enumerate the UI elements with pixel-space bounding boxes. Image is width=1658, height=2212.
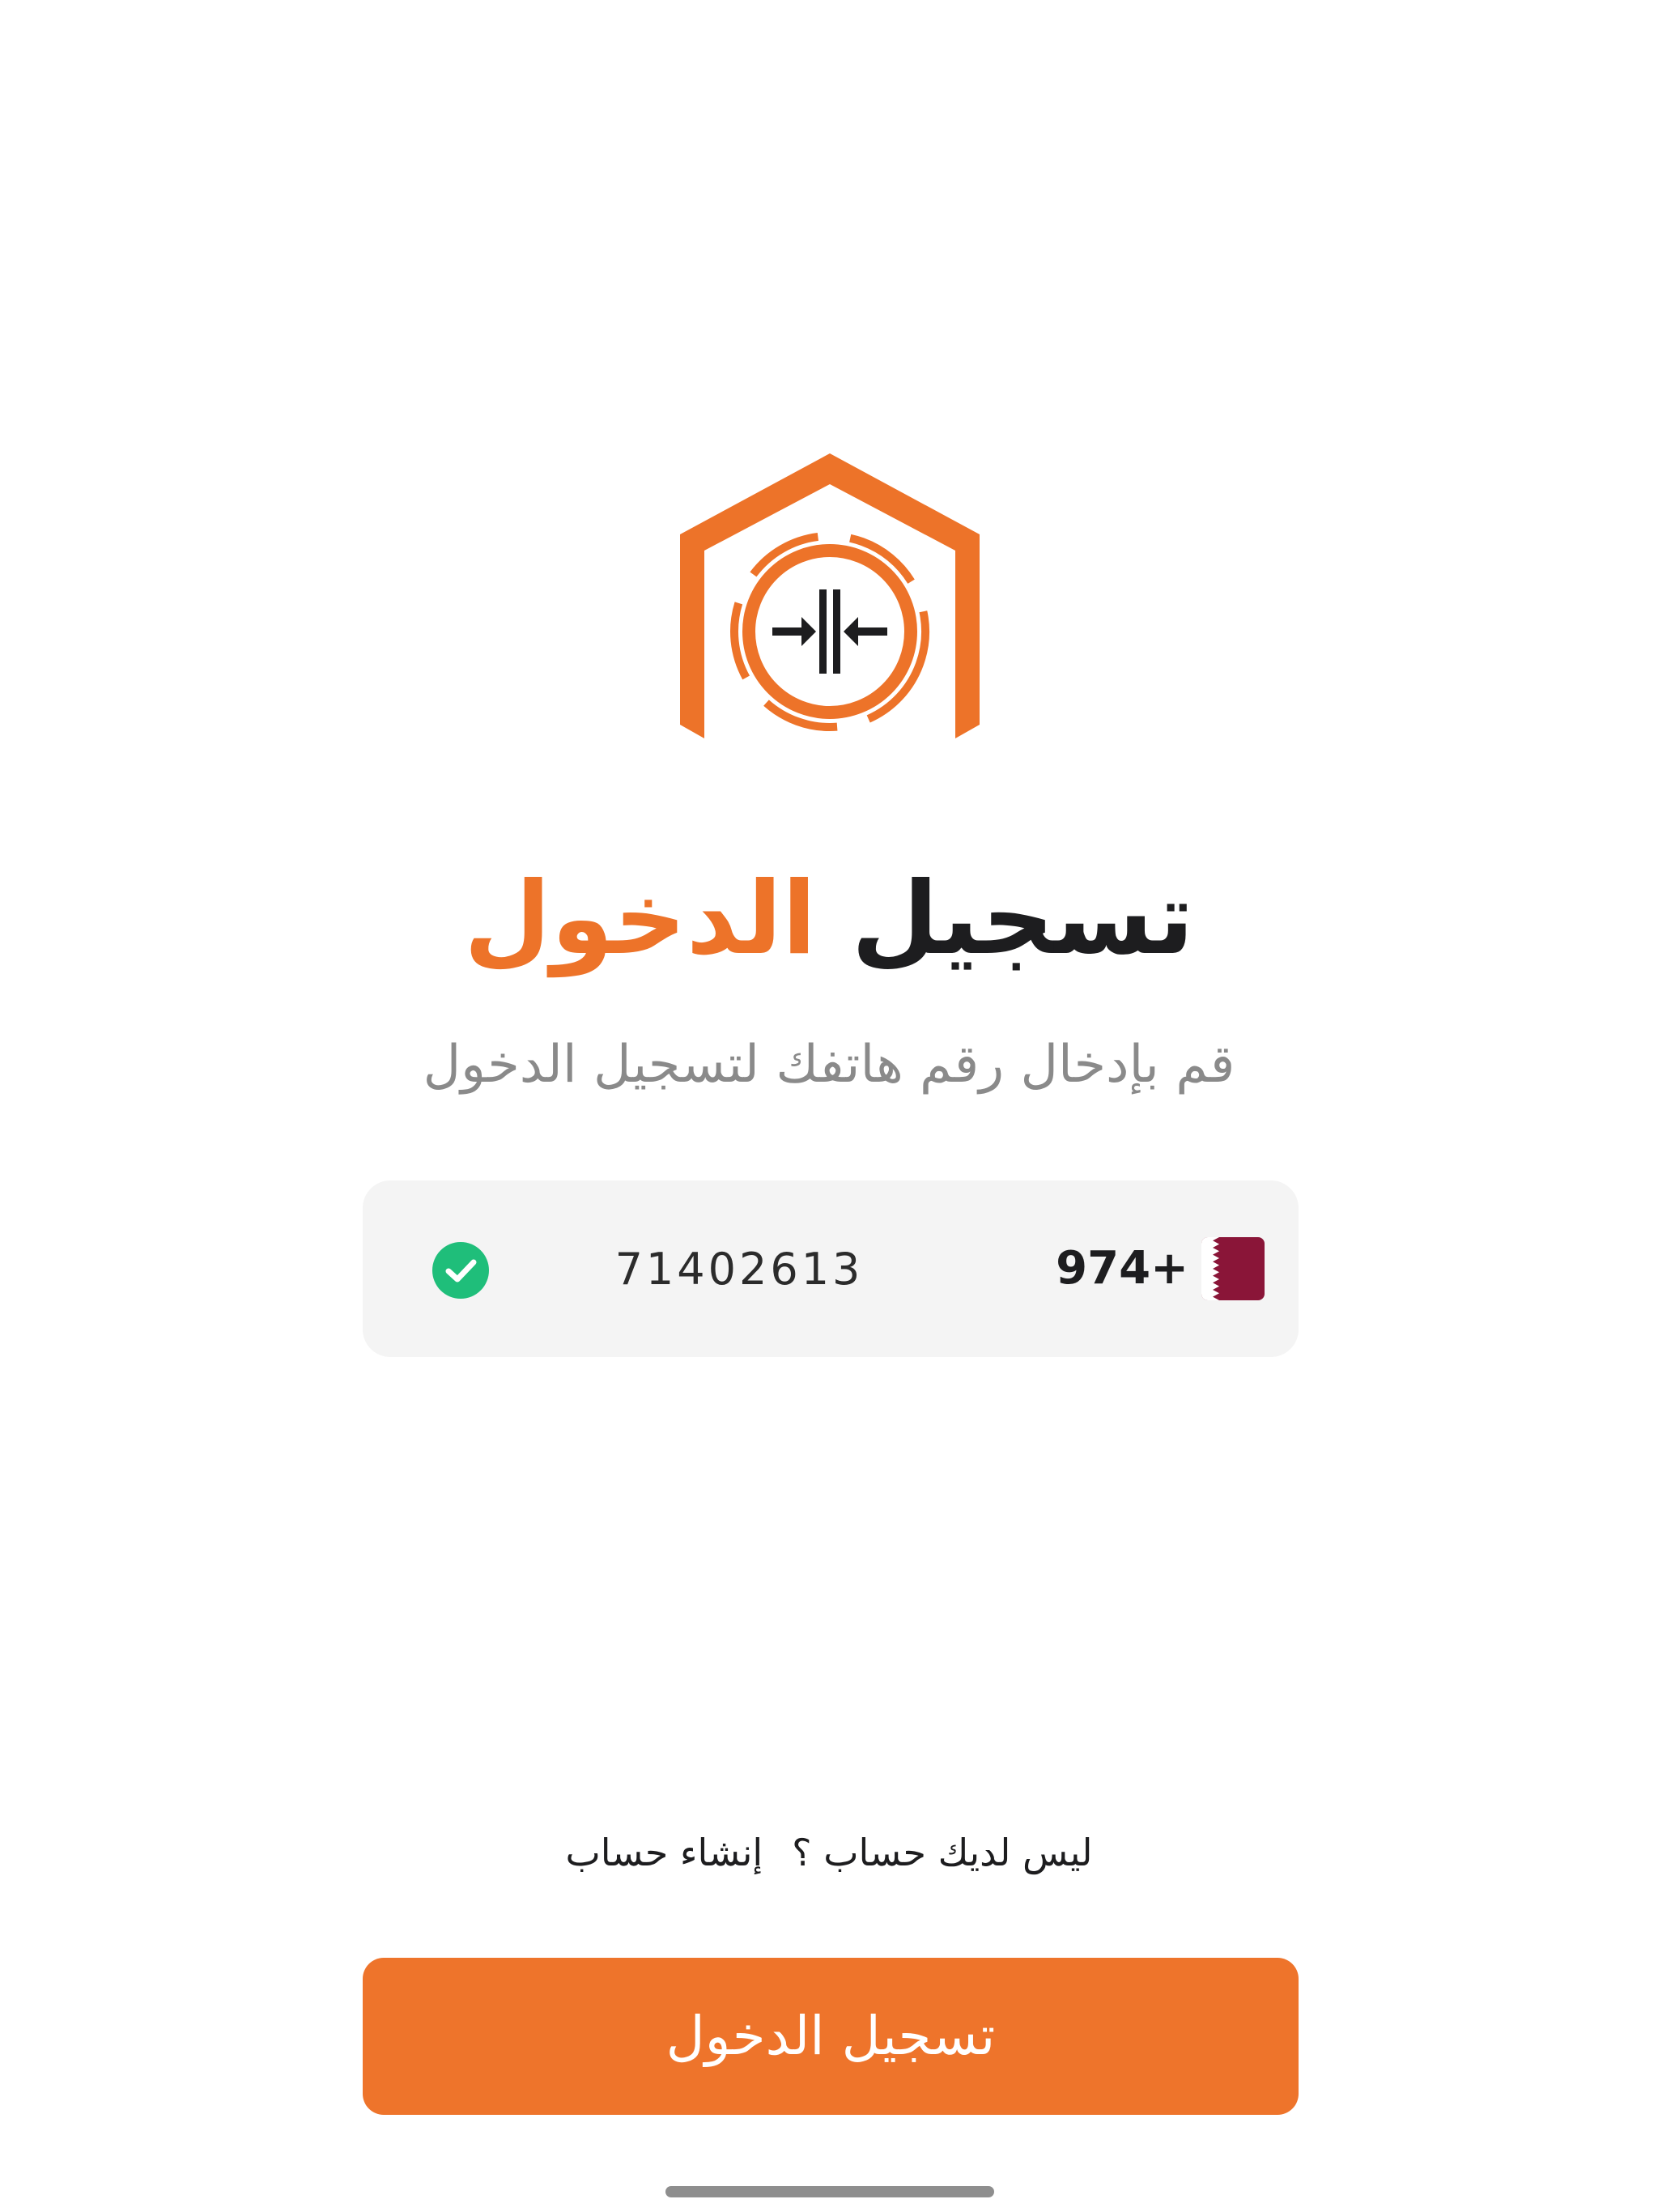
login-button[interactable]: تسجيل الدخول: [363, 1958, 1299, 2115]
page-subtitle: قم بإدخال رقم هاتفك لتسجيل الدخول: [423, 1035, 1235, 1095]
compress-arrows-icon: [772, 589, 887, 674]
qatar-flag-icon[interactable]: [1201, 1237, 1265, 1300]
phone-field[interactable]: 974+: [363, 1180, 1299, 1357]
signup-question: ليس لديك حساب ؟: [792, 1831, 1093, 1874]
home-indicator[interactable]: [665, 2186, 994, 2197]
country-code[interactable]: 974+: [1027, 1237, 1188, 1300]
signup-prompt: ليس لديك حساب ؟ إنشاء حساب: [0, 1820, 1658, 1885]
app-logo: [680, 453, 980, 738]
title-part-2: الدخول: [464, 861, 817, 977]
create-account-link[interactable]: إنشاء حساب: [565, 1831, 763, 1874]
phone-number-input[interactable]: [606, 1229, 873, 1308]
title-part-1: تسجيل: [851, 861, 1194, 977]
page-title: تسجيل الدخول: [0, 854, 1658, 984]
check-circle-icon: [432, 1242, 489, 1299]
house-outline: [680, 453, 980, 738]
